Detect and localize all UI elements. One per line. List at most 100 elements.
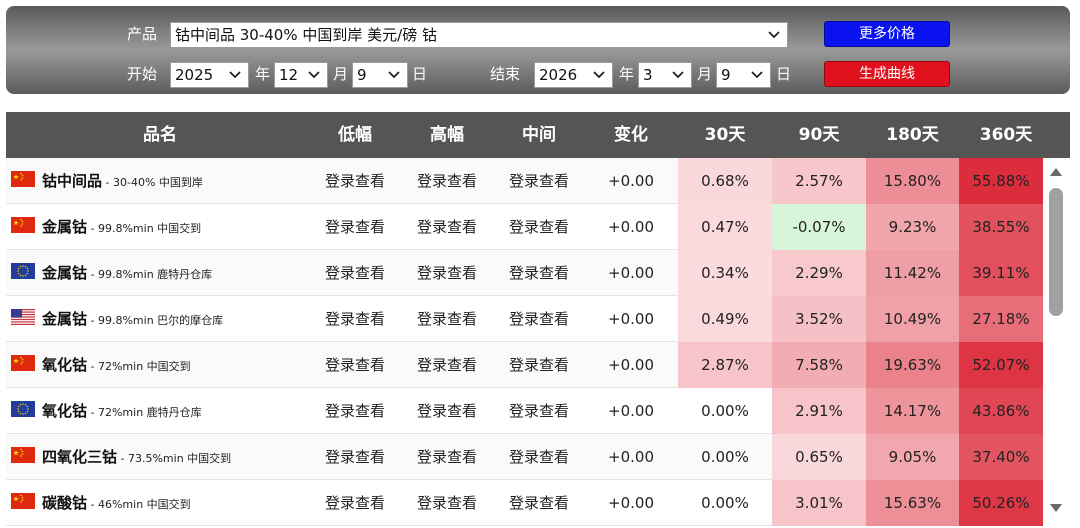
d360-change-cell: 50.26%	[959, 480, 1043, 526]
d360-change-cell: 39.11%	[959, 250, 1043, 296]
high-price-login-link[interactable]: 登录查看	[401, 388, 493, 434]
product-name-cell: 碳酸钴 - 46%min 中国交到	[6, 480, 306, 526]
end-year-select[interactable]: 2026	[534, 62, 613, 88]
table-row[interactable]: 碳酸钴 - 46%min 中国交到 登录查看 登录查看 登录查看 +0.00 0.00% 3…	[6, 480, 1043, 526]
mid-price-login-link[interactable]: 登录查看	[493, 388, 585, 434]
d90-change-cell: 7.58%	[772, 342, 866, 388]
change-cell: +0.00	[608, 218, 654, 236]
table-row[interactable]: 四氧化三钴 - 73.5%min 中国交到 登录查看 登录查看 登录查看 +0.00 0.…	[6, 434, 1043, 480]
china-flag-icon	[11, 171, 35, 187]
product-name: 金属钴 - 99.8%min 鹿特丹仓库	[42, 250, 212, 298]
d90-change-cell: 0.65%	[772, 434, 866, 480]
low-price-login-link[interactable]: 登录查看	[309, 342, 401, 388]
d360-change-cell: 38.55%	[959, 204, 1043, 250]
start-year-value: 2025	[175, 66, 214, 84]
d180-change-cell: 10.49%	[866, 296, 959, 342]
triangle-up-icon[interactable]	[1049, 167, 1063, 177]
start-year-suffix: 年	[255, 65, 271, 83]
change-cell: +0.00	[608, 356, 654, 374]
scrollbar-thumb[interactable]	[1049, 188, 1063, 316]
end-day-select[interactable]: 9	[716, 62, 771, 88]
low-price-login-link[interactable]: 登录查看	[309, 158, 401, 204]
mid-price-login-link[interactable]: 登录查看	[493, 204, 585, 250]
table-row[interactable]: 氧化钴 - 72%min 中国交到 登录查看 登录查看 登录查看 +0.00 2.87% 7…	[6, 342, 1043, 388]
product-name: 金属钴 - 99.8%min 巴尔的摩仓库	[42, 296, 223, 344]
d360-change-cell: 55.88%	[959, 158, 1043, 204]
product-name-cell: 四氧化三钴 - 73.5%min 中国交到	[6, 434, 306, 480]
change-cell: +0.00	[608, 310, 654, 328]
product-name: 氧化钴 - 72%min 中国交到	[42, 342, 191, 390]
product-spec: - 30-40% 中国到岸	[102, 176, 203, 189]
product-name: 碳酸钴 - 46%min 中国交到	[42, 480, 191, 528]
low-price-login-link[interactable]: 登录查看	[309, 250, 401, 296]
end-label: 结束	[490, 65, 521, 83]
chevron-down-icon	[672, 71, 684, 79]
product-name: 钴中间品 - 30-40% 中国到岸	[42, 158, 203, 206]
product-name: 金属钴 - 99.8%min 中国交到	[42, 204, 201, 252]
mid-price-login-link[interactable]: 登录查看	[493, 296, 585, 342]
start-day-select[interactable]: 9	[352, 62, 408, 88]
low-price-login-link[interactable]: 登录查看	[309, 296, 401, 342]
product-spec: - 72%min 鹿特丹仓库	[87, 406, 202, 419]
mid-price-login-link[interactable]: 登录查看	[493, 434, 585, 480]
d180-change-cell: 9.05%	[866, 434, 959, 480]
d180-change-cell: 14.17%	[866, 388, 959, 434]
product-spec: - 99.8%min 巴尔的摩仓库	[87, 314, 224, 327]
low-price-login-link[interactable]: 登录查看	[309, 204, 401, 250]
high-price-login-link[interactable]: 登录查看	[401, 158, 493, 204]
table-row[interactable]: 钴中间品 - 30-40% 中国到岸 登录查看 登录查看 登录查看 +0.00 0.68%…	[6, 158, 1043, 204]
product-name-text: 钴中间品	[42, 172, 103, 190]
generate-curve-button[interactable]: 生成曲线	[824, 61, 950, 87]
low-price-login-link[interactable]: 登录查看	[309, 480, 401, 526]
d30-change-cell: 0.00%	[701, 448, 749, 466]
high-price-login-link[interactable]: 登录查看	[401, 342, 493, 388]
triangle-down-icon[interactable]	[1049, 503, 1063, 513]
product-spec: - 73.5%min 中国交到	[117, 452, 232, 465]
d90-change-cell: 3.01%	[772, 480, 866, 526]
eu-flag-icon	[11, 401, 35, 417]
mid-price-login-link[interactable]: 登录查看	[493, 250, 585, 296]
low-price-login-link[interactable]: 登录查看	[309, 388, 401, 434]
high-price-login-link[interactable]: 登录查看	[401, 434, 493, 480]
header-change: 变化	[614, 125, 648, 145]
start-month-select[interactable]: 12	[274, 62, 328, 88]
product-name-text: 碳酸钴	[42, 494, 88, 512]
table-row[interactable]: 氧化钴 - 72%min 鹿特丹仓库 登录查看 登录查看 登录查看 +0.00 0.00%…	[6, 388, 1043, 434]
product-name-text: 氧化钴	[42, 356, 88, 374]
header-mid: 中间	[522, 125, 556, 145]
d360-change-cell: 27.18%	[959, 296, 1043, 342]
table-row[interactable]: 金属钴 - 99.8%min 巴尔的摩仓库 登录查看 登录查看 登录查看 +0.00 0.…	[6, 296, 1043, 342]
end-month-select[interactable]: 3	[638, 62, 692, 88]
d180-change-cell: 15.63%	[866, 480, 959, 526]
high-price-login-link[interactable]: 登录查看	[401, 204, 493, 250]
table-scrollbar[interactable]	[1043, 158, 1070, 528]
more-prices-button[interactable]: 更多价格	[824, 21, 950, 47]
high-price-login-link[interactable]: 登录查看	[401, 250, 493, 296]
d180-change-cell: 9.23%	[866, 204, 959, 250]
mid-price-login-link[interactable]: 登录查看	[493, 480, 585, 526]
start-label: 开始	[127, 65, 158, 83]
d30-change-cell: 0.34%	[678, 250, 772, 296]
table-row[interactable]: 金属钴 - 99.8%min 鹿特丹仓库 登录查看 登录查看 登录查看 +0.00 0.3…	[6, 250, 1043, 296]
high-price-login-link[interactable]: 登录查看	[401, 480, 493, 526]
high-price-login-link[interactable]: 登录查看	[401, 296, 493, 342]
start-month-value: 12	[279, 66, 299, 84]
start-year-select[interactable]: 2025	[170, 62, 249, 88]
chevron-down-icon	[751, 71, 763, 79]
us-flag-icon	[11, 309, 35, 325]
header-30d: 30天	[704, 125, 746, 145]
product-name-cell: 氧化钴 - 72%min 中国交到	[6, 342, 306, 388]
mid-price-login-link[interactable]: 登录查看	[493, 158, 585, 204]
product-name-text: 金属钴	[42, 218, 88, 236]
change-cell: +0.00	[608, 448, 654, 466]
end-year-suffix: 年	[619, 65, 635, 83]
product-select[interactable]: 钴中间品 30-40% 中国到岸 美元/磅 钴	[170, 22, 788, 48]
table-row[interactable]: 金属钴 - 99.8%min 中国交到 登录查看 登录查看 登录查看 +0.00 0.47…	[6, 204, 1043, 250]
low-price-login-link[interactable]: 登录查看	[309, 434, 401, 480]
mid-price-login-link[interactable]: 登录查看	[493, 342, 585, 388]
d90-change-cell: 3.52%	[772, 296, 866, 342]
end-year-value: 2026	[539, 66, 578, 84]
eu-flag-icon	[11, 263, 35, 279]
product-name-cell: 金属钴 - 99.8%min 巴尔的摩仓库	[6, 296, 306, 342]
chevron-down-icon	[388, 71, 400, 79]
